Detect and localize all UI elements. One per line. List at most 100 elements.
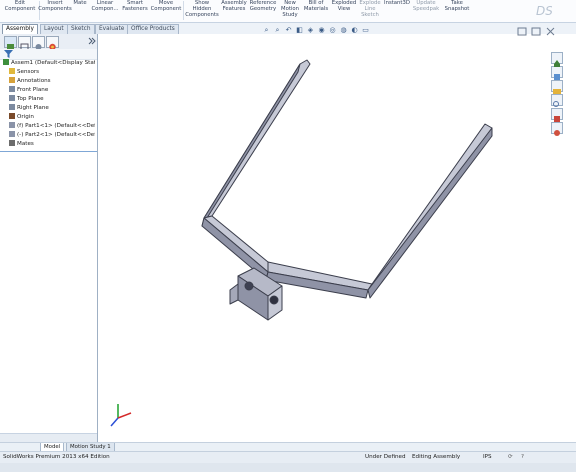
status-definition: Under Defined [365,454,406,460]
tree-item[interactable]: Annotations [9,77,95,86]
rebuild-icon[interactable]: ⟳ [508,452,513,463]
edit-component-button[interactable]: Edit Component [2,0,38,22]
tree-item-label: (f) Part1<1> (Default<<Def [17,123,95,129]
feature-manager-tab[interactable] [4,36,17,50]
help-icon[interactable]: ? [521,452,524,463]
model-tabs: Model Motion Study 1 [0,442,576,452]
linear-component-pattern-button[interactable]: Linear Compon... [90,0,120,22]
triad-icon [110,404,132,427]
tree-item-label: Origin [17,114,34,120]
svg-text:DS: DS [536,4,552,18]
filter-icon[interactable] [4,50,13,58]
view-orientation-icon[interactable]: ◈ [306,26,315,35]
maximize-icon [531,27,541,36]
mates-icon [9,140,15,146]
plane-icon [9,104,15,110]
mate-button[interactable]: Mate [70,0,90,22]
tab-sketch[interactable]: Sketch [67,24,95,34]
tree-item[interactable]: Right Plane [9,104,95,113]
zoom-to-fit-icon[interactable]: ⌕ [262,26,271,35]
ribbon-separator [183,1,184,20]
plane-icon [9,86,15,92]
configuration-manager-tab[interactable] [32,36,45,50]
tree-item[interactable]: Mates [9,140,95,149]
annotations-icon [9,77,15,83]
task-pane-home-tab[interactable] [551,52,563,67]
close-icon [546,27,555,36]
heads-up-view-toolbar: ⌕ ⌕ ↶ ◧ ◈ ◉ ◎ ◍ ◐ ▭ [262,26,370,36]
tree-item[interactable]: Sensors [9,68,95,77]
tree-item[interactable]: (f) Part1<1> (Default<<Def [9,122,95,131]
apply-scene-icon[interactable]: ◐ [350,26,359,35]
task-pane-search-tab[interactable] [551,94,563,107]
move-component-button[interactable]: Move Component [150,0,182,22]
exploded-view-button[interactable]: Exploded View [331,0,357,22]
tree-item[interactable]: Front Plane [9,86,95,95]
status-bar: SolidWorks Premium 2013 x64 Edition Unde… [0,451,576,463]
tab-assembly[interactable]: Assembly [2,24,38,34]
new-motion-study-button[interactable]: New Motion Study [279,0,301,22]
reference-geometry-button[interactable]: Reference Geometry [248,0,278,22]
assembly-icon [3,59,9,65]
zoom-to-area-icon[interactable]: ⌕ [273,26,282,35]
smart-fasteners-button[interactable]: Smart Fasteners [121,0,149,22]
update-speedpak-button[interactable]: Update Speedpak [412,0,440,22]
status-mode: Editing Assembly [412,454,461,460]
assembly-features-button[interactable]: Assembly Features [220,0,248,22]
viewport-window-controls [517,27,555,36]
insert-components-button[interactable]: Insert Components [38,0,72,22]
graphics-area[interactable] [98,34,550,442]
tree-item-label: Annotations [17,78,51,84]
origin-icon [9,113,15,119]
feature-manager-panel: Assem1 (Default<Display State Sensors Anno… [0,34,98,442]
previous-view-icon[interactable]: ↶ [284,26,293,35]
restore-icon [517,27,527,36]
view-settings-icon[interactable]: ▭ [361,26,370,35]
tree-item-label: Sensors [17,69,40,75]
tree-item[interactable]: Origin [9,113,95,122]
tree-item-label: (-) Part2<1> (Default<<Def [17,132,95,138]
task-pane-file-explorer-tab[interactable] [551,80,563,94]
hide-show-items-icon[interactable]: ◎ [328,26,337,35]
show-hidden-components-button[interactable]: Show Hidden Components [185,0,219,22]
tree-item[interactable]: (-) Part2<1> (Default<<Def [9,131,95,140]
tree-item-label: Front Plane [17,87,49,93]
tab-layout[interactable]: Layout [40,24,68,34]
tab-office-products[interactable]: Office Products [127,24,179,34]
tab-evaluate[interactable]: Evaluate [95,24,129,34]
part-icon [9,131,15,137]
task-pane-tabs [551,52,563,138]
part-icon [9,122,15,128]
task-pane-design-library-tab[interactable] [551,66,563,80]
bill-of-materials-button[interactable]: Bill of Materials [302,0,330,22]
assembly-model[interactable] [98,34,550,442]
tree-item[interactable]: Assem1 (Default<Display State [3,59,95,68]
take-snapshot-button[interactable]: Take Snapshot [441,0,473,22]
property-manager-tab[interactable] [18,36,31,51]
task-pane-view-palette-tab[interactable] [551,108,563,122]
panel-scrollbar[interactable] [0,433,97,442]
tree-item-label: Assem1 (Default<Display State [11,60,95,66]
explode-line-sketch-button[interactable]: Explode Line Sketch [358,0,382,22]
command-manager: Edit Component Insert Components Mate Line… [0,0,576,23]
edit-appearance-icon[interactable]: ◍ [339,26,348,35]
instant3d-button[interactable]: Instant3D [382,0,412,22]
section-view-icon[interactable]: ◧ [295,26,304,35]
solidworks-logo-icon: DS [536,4,552,18]
status-app-name: SolidWorks Premium 2013 x64 Edition [3,454,110,460]
tree-item-label: Right Plane [17,105,49,111]
display-manager-tab[interactable] [46,36,59,51]
status-units[interactable]: IPS [483,452,492,463]
sensors-icon [9,68,15,74]
double-chevron-right-icon[interactable] [88,37,96,45]
plane-icon [9,95,15,101]
tree-item-label: Top Plane [17,96,44,102]
rollback-bar[interactable] [0,151,97,152]
display-style-icon[interactable]: ◉ [317,26,326,35]
feature-manager-tabs [0,34,97,51]
tree-item[interactable]: Top Plane [9,95,95,104]
appearances-icon [554,130,560,136]
taskbar-strip [0,463,576,472]
tree-item-label: Mates [17,141,34,147]
task-pane-appearances-tab[interactable] [551,122,563,136]
